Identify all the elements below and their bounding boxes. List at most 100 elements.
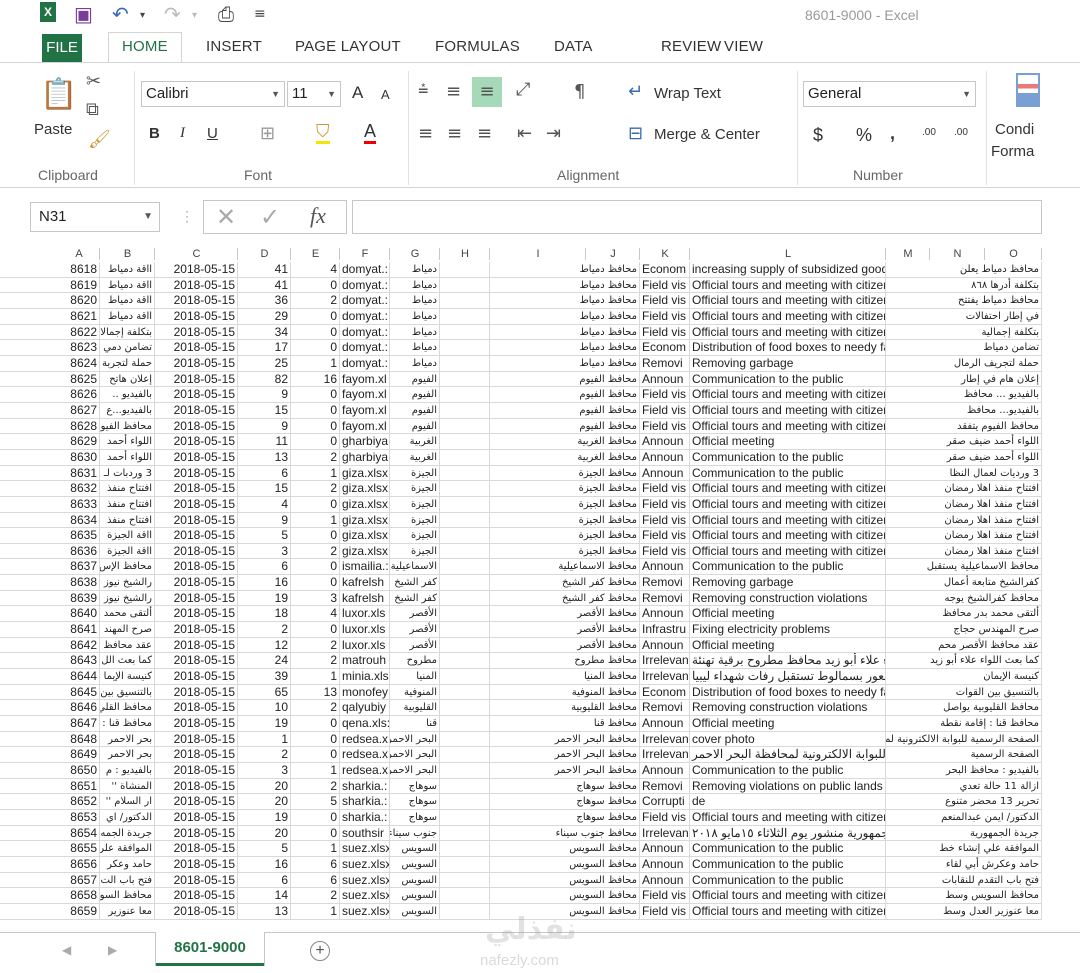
cell[interactable]: Announ — [640, 606, 690, 622]
cell[interactable]: 2018-05-15 — [155, 763, 238, 778]
cell[interactable]: محافظ دمياط — [490, 340, 640, 356]
cell[interactable]: 2018-05-15 — [155, 590, 238, 606]
cell[interactable] — [440, 559, 490, 575]
cell[interactable]: ألتقى محمد — [100, 606, 155, 622]
cell[interactable]: redsea.x — [340, 747, 390, 763]
cell[interactable]: Official tours and meeting with citizens — [690, 324, 886, 340]
cell[interactable]: Official tours and meeting with citizens — [690, 402, 886, 418]
cell[interactable]: 0 — [291, 809, 340, 825]
cell[interactable]: الغربية — [390, 449, 440, 465]
cell[interactable]: الفيوم — [390, 387, 440, 403]
cell[interactable]: Econom — [640, 262, 690, 277]
cell[interactable]: محافظ القلي — [100, 700, 155, 716]
cell[interactable]: ااقة دمياط — [100, 308, 155, 324]
cell[interactable]: 8638 — [58, 575, 100, 591]
cell[interactable]: الأقصر — [390, 606, 440, 622]
cell[interactable]: giza.xlsx — [340, 465, 390, 481]
cell[interactable]: محافظ كفر الشيخ — [490, 590, 640, 606]
cell[interactable]: 16 — [238, 856, 291, 872]
cell[interactable]: southsir — [340, 825, 390, 841]
cell[interactable]: 9 — [238, 387, 291, 403]
cell[interactable]: افتتاح منفذ — [100, 481, 155, 497]
cell[interactable]: 4 — [238, 496, 291, 512]
cell[interactable]: تحرير 13 محضر متنوع — [886, 794, 1042, 810]
cell[interactable]: سوهاج — [390, 778, 440, 794]
cell[interactable]: 2 — [291, 293, 340, 309]
cell[interactable]: محافظ الجيزة — [490, 543, 640, 559]
cell[interactable]: luxor.xls — [340, 622, 390, 638]
cell[interactable]: sharkia.: — [340, 794, 390, 810]
cell[interactable]: Field vis — [640, 903, 690, 919]
cell[interactable]: 8644 — [58, 669, 100, 685]
cell[interactable]: الغربية — [390, 434, 440, 450]
cell[interactable]: 0 — [291, 575, 340, 591]
cell[interactable]: افتتاح منفذ اهلا رمضان — [886, 512, 1042, 528]
cell[interactable]: كما بعث اللواء علاء أبو زيد — [886, 653, 1042, 669]
tab-review[interactable]: REVIEW — [661, 38, 721, 55]
cell[interactable]: 8620 — [58, 293, 100, 309]
cell[interactable]: 2018-05-15 — [155, 512, 238, 528]
cell[interactable]: 15 — [238, 481, 291, 497]
cell[interactable]: Announ — [640, 371, 690, 387]
cell[interactable]: محافظ البحر الاحمر — [490, 731, 640, 747]
decrease-decimal-button[interactable]: .00 — [954, 127, 968, 138]
cell[interactable]: Field vis — [640, 481, 690, 497]
cell[interactable]: الجيزة — [390, 496, 440, 512]
cell[interactable]: 8637 — [58, 559, 100, 575]
cell[interactable]: كفر الشيخ — [390, 590, 440, 606]
cell[interactable]: محافظ الجيزة — [490, 465, 640, 481]
cell[interactable]: Removi — [640, 778, 690, 794]
cell[interactable]: Irrelevant — [640, 747, 690, 763]
underline-button[interactable]: U — [207, 125, 218, 142]
cell[interactable]: الجيزة — [390, 528, 440, 544]
cell[interactable]: Field vis — [640, 277, 690, 293]
cell[interactable]: 16 — [291, 371, 340, 387]
cell[interactable]: gharbiya — [340, 449, 390, 465]
cell[interactable]: de — [690, 794, 886, 810]
cell[interactable]: Announ — [640, 841, 690, 857]
cell[interactable]: 1 — [238, 731, 291, 747]
cell[interactable]: 0 — [291, 434, 340, 450]
cell[interactable]: 8632 — [58, 481, 100, 497]
cell[interactable]: إعلان هاتح — [100, 371, 155, 387]
cell[interactable]: البحر الاحمر — [390, 763, 440, 778]
cell[interactable]: 6 — [238, 559, 291, 575]
cell[interactable]: 8643 — [58, 653, 100, 669]
cell[interactable]: 36 — [238, 293, 291, 309]
cell[interactable]: 9 — [238, 418, 291, 434]
percent-button[interactable]: % — [856, 125, 872, 146]
cell[interactable]: Communication to the public — [690, 856, 886, 872]
cell[interactable] — [440, 590, 490, 606]
cell[interactable]: بالفيديو : محافظ البحر — [886, 763, 1042, 778]
cell[interactable]: الصفحة الرسمية — [886, 747, 1042, 763]
cell[interactable]: 8646 — [58, 700, 100, 716]
cell[interactable]: 20 — [238, 794, 291, 810]
grow-font-button[interactable]: A — [352, 83, 363, 103]
align-center-icon[interactable]: ≡ — [447, 123, 462, 144]
cell[interactable]: محافظ دمياط — [490, 293, 640, 309]
align-bottom-icon[interactable]: ≡ — [472, 77, 502, 107]
cell[interactable]: 8629 — [58, 434, 100, 450]
cell[interactable]: 1 — [291, 763, 340, 778]
cell[interactable]: Communication to the public — [690, 449, 886, 465]
cell[interactable]: 2018-05-15 — [155, 716, 238, 732]
column-header[interactable]: B — [100, 246, 155, 262]
cell[interactable]: كنيسة الإيما — [100, 669, 155, 685]
cell[interactable]: 3 — [238, 763, 291, 778]
cell[interactable]: Communication to the public — [690, 371, 886, 387]
cell[interactable]: محافظ الغربية — [490, 434, 640, 450]
cell[interactable]: رالشيخ نيوز — [100, 590, 155, 606]
cell[interactable]: افتتاح منفذ اهلا رمضان — [886, 496, 1042, 512]
cell[interactable]: 18 — [238, 606, 291, 622]
cell[interactable]: 2 — [291, 778, 340, 794]
bold-button[interactable]: B — [149, 125, 160, 142]
cell[interactable]: Removing violations on public lands — [690, 778, 886, 794]
cell[interactable]: 8657 — [58, 872, 100, 888]
cell[interactable]: المنوفية — [390, 684, 440, 700]
cell[interactable]: محافظ الجيزة — [490, 496, 640, 512]
cell[interactable]: محافظ الفيوم يتفقد — [886, 418, 1042, 434]
cell[interactable]: 0 — [291, 747, 340, 763]
column-header[interactable]: F — [340, 246, 390, 262]
undo-dropdown-icon[interactable]: ▾ — [140, 10, 145, 21]
tab-data[interactable]: DATA — [554, 38, 593, 55]
